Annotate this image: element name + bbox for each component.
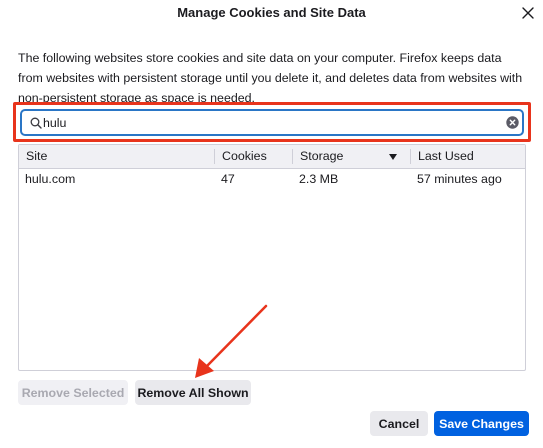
cancel-button[interactable]: Cancel — [370, 411, 428, 436]
sort-descending-icon — [389, 154, 397, 160]
cell-site: hulu.com — [25, 172, 76, 186]
save-changes-button[interactable]: Save Changes — [434, 411, 529, 436]
manage-cookies-dialog: Manage Cookies and Site Data The followi… — [0, 0, 543, 448]
cell-last-used: 57 minutes ago — [417, 172, 502, 186]
cell-storage: 2.3 MB — [299, 172, 339, 186]
column-header-storage[interactable]: Storage — [293, 145, 410, 168]
cell-cookies: 47 — [221, 172, 235, 186]
table-header: Site Cookies Storage Last Used — [19, 145, 525, 169]
column-header-storage-label: Storage — [300, 149, 344, 163]
close-button[interactable] — [518, 3, 538, 23]
dialog-header: Manage Cookies and Site Data — [0, 0, 543, 26]
column-header-cookies[interactable]: Cookies — [215, 145, 292, 168]
column-header-site[interactable]: Site — [19, 145, 214, 168]
remove-selected-button[interactable]: Remove Selected — [18, 380, 128, 405]
sites-table: Site Cookies Storage Last Used hulu.com … — [18, 144, 526, 371]
column-header-last-used[interactable]: Last Used — [411, 145, 525, 168]
table-row[interactable]: hulu.com 47 2.3 MB 57 minutes ago — [19, 169, 525, 190]
clear-icon[interactable] — [506, 116, 519, 129]
search-input[interactable] — [43, 113, 483, 132]
search-icon — [30, 117, 42, 129]
search-field[interactable] — [20, 109, 524, 136]
dialog-title: Manage Cookies and Site Data — [177, 5, 366, 20]
close-icon — [522, 7, 534, 19]
dialog-description: The following websites store cookies and… — [18, 51, 523, 105]
remove-all-shown-button[interactable]: Remove All Shown — [135, 380, 251, 405]
